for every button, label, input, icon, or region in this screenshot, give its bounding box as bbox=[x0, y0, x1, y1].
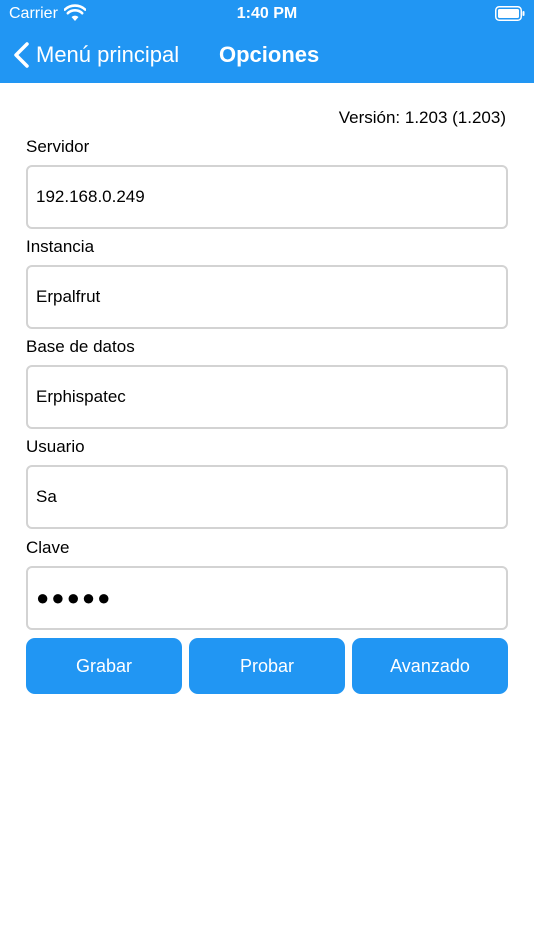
status-bar: Carrier 1:40 PM bbox=[0, 0, 534, 28]
navigation-header: Carrier 1:40 PM Menú principal Opciones bbox=[0, 0, 534, 83]
servidor-label: Servidor bbox=[26, 137, 90, 156]
usuario-label: Usuario bbox=[26, 437, 85, 456]
base-de-datos-input[interactable] bbox=[26, 365, 508, 429]
back-button[interactable]: Menú principal bbox=[12, 38, 179, 72]
grabar-button[interactable]: Grabar bbox=[26, 638, 182, 694]
probar-button[interactable]: Probar bbox=[189, 638, 345, 694]
usuario-input[interactable] bbox=[26, 465, 508, 529]
chevron-left-icon bbox=[14, 42, 29, 68]
page-title: Opciones bbox=[219, 42, 320, 67]
instancia-label: Instancia bbox=[26, 237, 95, 256]
instancia-input[interactable] bbox=[26, 265, 508, 329]
version-label: Versión: 1.203 (1.203) bbox=[338, 108, 506, 127]
back-button-label: Menú principal bbox=[36, 42, 180, 67]
avanzado-button[interactable]: Avanzado bbox=[352, 638, 508, 694]
clave-label: Clave bbox=[26, 538, 70, 557]
battery-icon bbox=[495, 6, 525, 21]
clave-password-input[interactable] bbox=[26, 566, 508, 630]
clock: 1:40 PM bbox=[236, 5, 298, 22]
servidor-input[interactable] bbox=[26, 165, 508, 229]
base-de-datos-label: Base de datos bbox=[26, 337, 135, 356]
